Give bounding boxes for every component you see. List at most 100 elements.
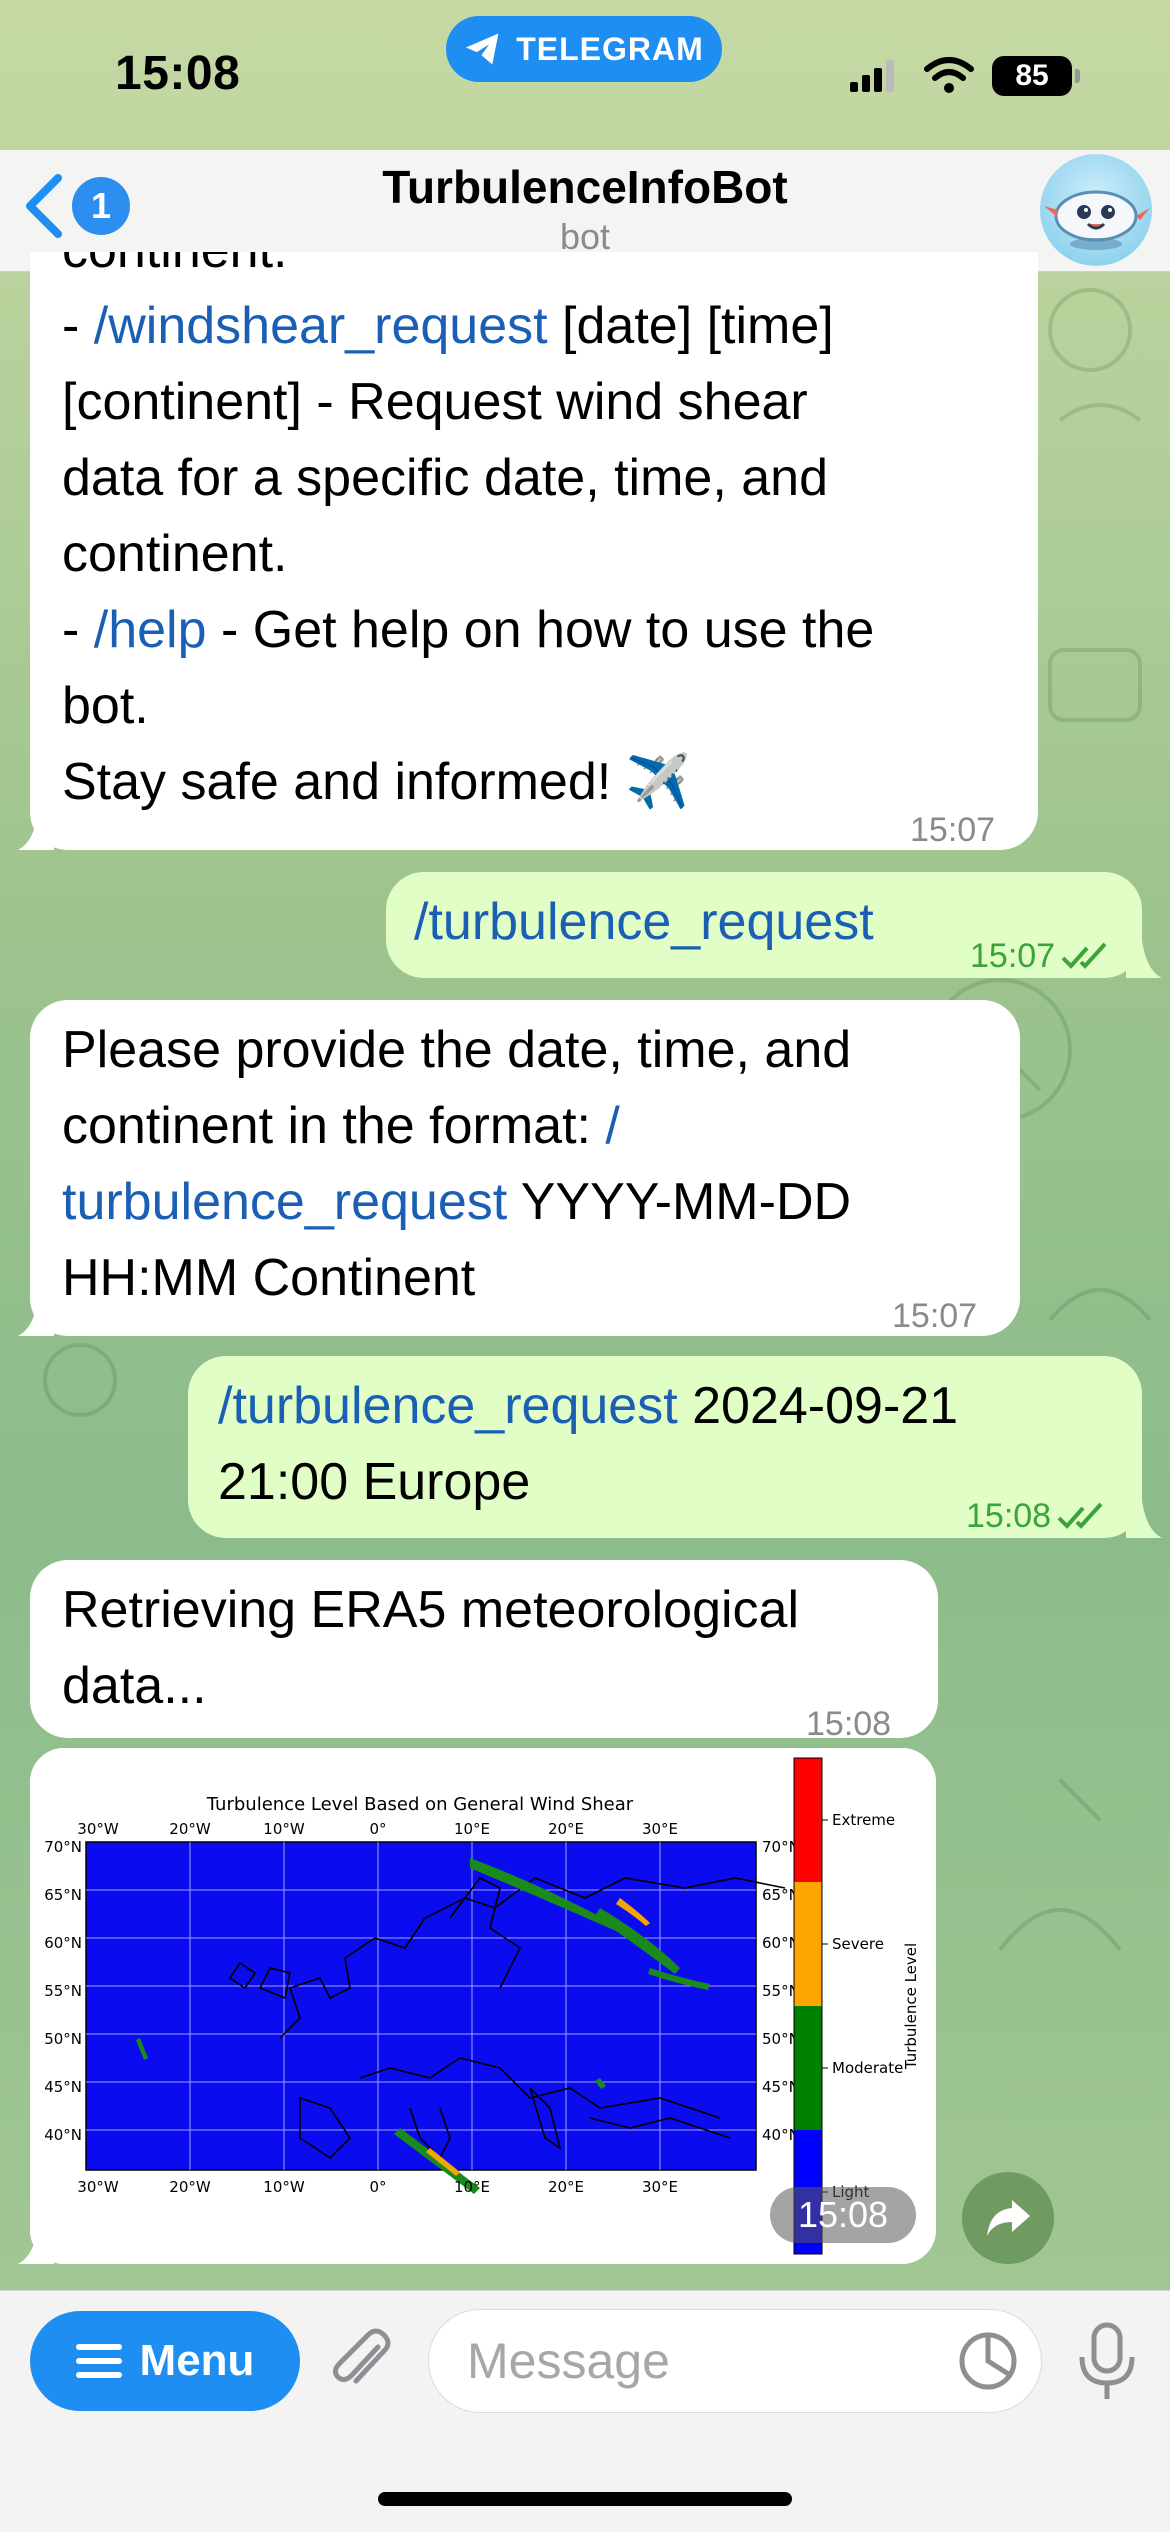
text-line: data for a specific date, time, and [62, 449, 828, 507]
message-bubble-outgoing[interactable]: /turbulence_request 2024-09-21 21:00 Eur… [188, 1356, 1142, 1538]
tick-label: 20°E [548, 2178, 584, 2196]
tick-label: 20°E [548, 1820, 584, 1838]
message-text: Please provide the date, time, and conti… [62, 1012, 851, 1316]
command-link-help[interactable]: /help [94, 601, 207, 659]
tick-label: 30°W [77, 2178, 119, 2196]
microphone-icon[interactable] [1074, 2321, 1140, 2403]
tick-label: 10°E [454, 1820, 490, 1838]
text-line: Retrieving ERA5 meteorological [62, 1581, 800, 1639]
text-line: /turbulence_request 2024-09-21 [218, 1368, 958, 1444]
tick-label: 0° [369, 1820, 386, 1838]
text-span: YYYY-MM-DD [507, 1173, 852, 1231]
message-bubble-incoming[interactable]: Please provide the date, time, and conti… [30, 1000, 1020, 1336]
tick-label: 10°W [263, 1820, 305, 1838]
message-time: 15:08 [966, 1478, 1107, 1554]
colorbar-label-extreme: Extreme [832, 1811, 895, 1829]
text-line: Stay safe and informed! ✈️ [62, 753, 691, 811]
message-time: 15:07 [892, 1297, 978, 1335]
text-line: data... [62, 1657, 207, 1715]
battery-icon: 85 [992, 56, 1080, 96]
text-line: Please provide the date, time, and [62, 1021, 852, 1079]
tick-label: 65°N [44, 1886, 82, 1904]
telegram-pill[interactable]: TELEGRAM [446, 16, 722, 82]
wifi-icon [924, 57, 974, 93]
signal-icon [850, 60, 894, 92]
command-link-windshear[interactable]: /windshear_request [94, 297, 548, 355]
message-placeholder: Message [467, 2333, 670, 2389]
tick-label: 0° [369, 2178, 386, 2196]
bot-avatar-icon [1044, 190, 1150, 250]
tick-label: 55°N [44, 1982, 82, 2000]
text-span: - Get help on how to use the [206, 601, 875, 659]
bubble-tail [18, 2226, 54, 2264]
message-input[interactable]: Message [428, 2309, 1042, 2413]
tick-label: 30°W [77, 1820, 119, 1838]
colorbar-label-severe: Severe [832, 1935, 884, 1953]
message-text: continent. - /windshear_request [date] [… [62, 252, 874, 820]
text-span: [date] [time] [547, 297, 834, 355]
menu-label: Menu [139, 2336, 255, 2385]
tick-label: 50°N [44, 2030, 82, 2048]
bubble-tail [18, 812, 54, 850]
double-check-icon [1057, 1502, 1103, 1529]
message-bubble-outgoing[interactable]: /turbulence_request 15:07 [386, 872, 1142, 978]
text-line: HH:MM Continent [62, 1249, 476, 1307]
telegram-pill-label: TELEGRAM [516, 30, 704, 67]
menu-button[interactable]: Menu [30, 2311, 300, 2411]
text-span: 2024-09-21 [677, 1377, 959, 1435]
message-bubble-incoming[interactable]: Retrieving ERA5 meteorological data... 1… [30, 1560, 938, 1743]
map-title: Turbulence Level Based on General Wind S… [206, 1794, 634, 1815]
command-link-turbulence[interactable]: /turbulence_request [218, 1377, 678, 1435]
telegram-plane-icon [466, 33, 499, 65]
tick-label: 45°N [44, 2078, 82, 2096]
sticker-icon[interactable] [958, 2331, 1018, 2391]
tick-label: 10°E [454, 2178, 490, 2196]
hamburger-icon [75, 2344, 122, 2378]
command-link-part[interactable]: / [605, 1097, 619, 1155]
message-text: Retrieving ERA5 meteorological data... [62, 1572, 799, 1724]
text-line: - /windshear_request [date] [time] [62, 288, 874, 364]
text-span: continent in the format: [62, 1097, 606, 1155]
text-line: - /help - Get help on how to use the [62, 592, 874, 668]
tick-label: 60°N [44, 1934, 82, 1952]
status-time: 15:08 [115, 47, 241, 100]
avatar[interactable] [1040, 154, 1152, 266]
double-check-icon [1061, 942, 1107, 969]
share-arrow-icon [987, 2200, 1030, 2236]
text-line: turbulence_request YYYY-MM-DD [62, 1164, 851, 1240]
text-line: 21:00 Europe [218, 1453, 531, 1511]
message-time-text: 15:08 [966, 1497, 1052, 1535]
message-time: 15:07 [910, 811, 996, 849]
battery-level: 85 [1015, 59, 1049, 92]
tick-label: 20°W [169, 1820, 211, 1838]
tick-label: 20°W [169, 2178, 211, 2196]
tick-label: 70°N [44, 1838, 82, 1856]
text-dash: - [62, 297, 94, 355]
attach-icon[interactable] [326, 2325, 398, 2397]
text-dash: - [62, 601, 94, 659]
home-indicator[interactable] [378, 2492, 792, 2506]
text-line: [continent] - Request wind shear [62, 373, 808, 431]
chat-title[interactable]: TurbulenceInfoBot [0, 160, 1170, 214]
message-bubble-help[interactable]: continent. - /windshear_request [date] [… [30, 252, 1038, 850]
colorbar-label-moderate: Moderate [832, 2059, 903, 2077]
forward-button[interactable] [962, 2172, 1054, 2264]
message-text: /turbulence_request 2024-09-21 21:00 Eur… [218, 1368, 958, 1520]
image-time-badge: 15:08 [770, 2187, 916, 2243]
message-time-text: 15:07 [970, 937, 1056, 975]
bubble-tail [1126, 1500, 1162, 1538]
text-line: continent. [62, 252, 874, 288]
tick-label: 30°E [642, 2178, 678, 2196]
status-bar: 15:08 TELEGRAM 85 [0, 0, 1170, 150]
status-icons: 85 [850, 56, 1080, 96]
map-area [85, 1841, 757, 2171]
text-line: continent. [62, 525, 288, 583]
message-time: 15:07 [970, 918, 1111, 994]
command-link-turbulence-inline[interactable]: turbulence_request [62, 1173, 507, 1231]
command-link-turbulence[interactable]: /turbulence_request [414, 884, 874, 960]
colorbar-title: Turbulence Level [902, 1943, 920, 2070]
tick-label: 40°N [44, 2126, 82, 2144]
bubble-tail [18, 1298, 54, 1336]
text-line: continent in the format: / [62, 1088, 851, 1164]
text-line: bot. [62, 677, 149, 735]
